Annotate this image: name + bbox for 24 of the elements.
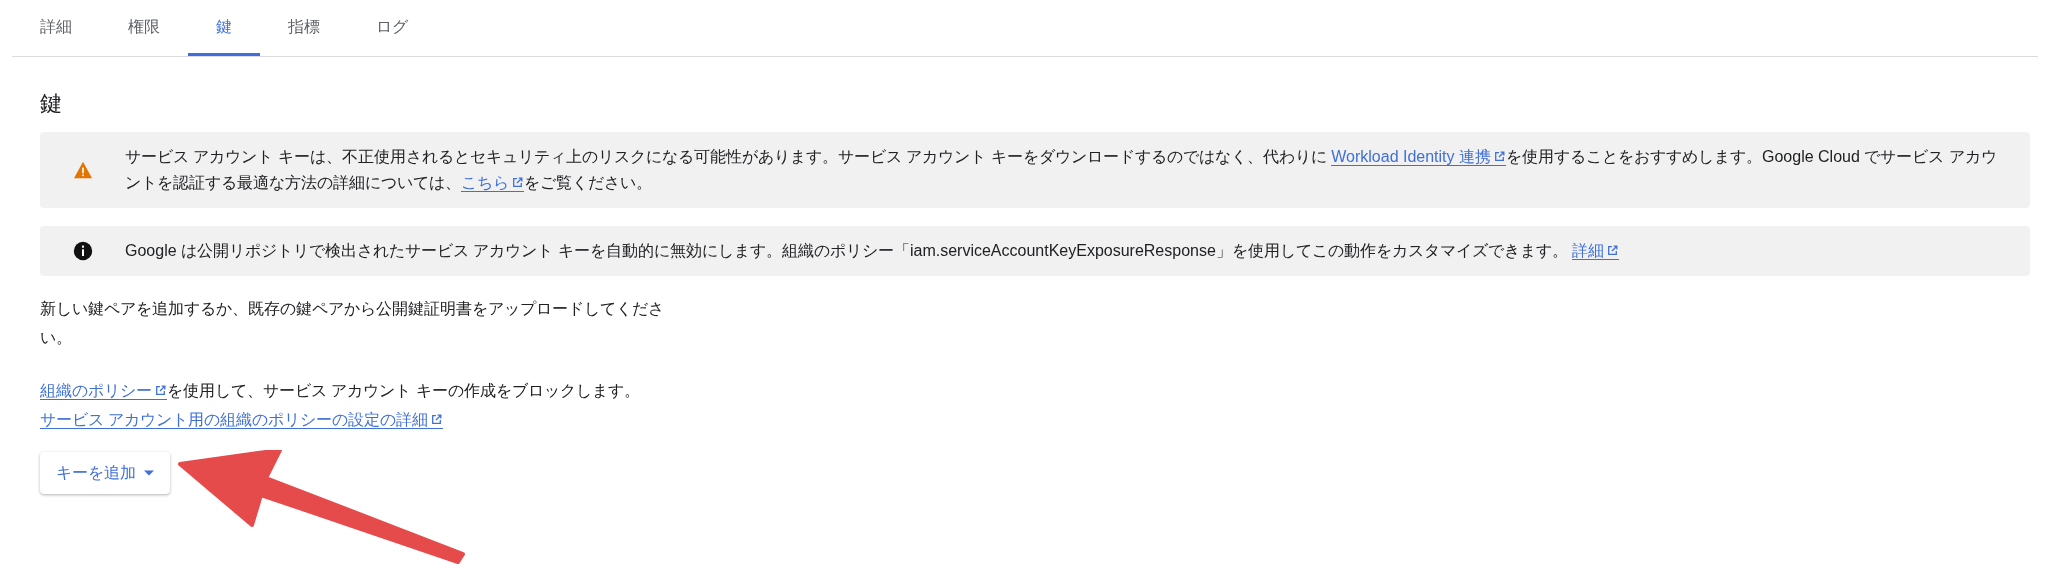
policy-text: 組織のポリシー を使用して、サービス アカウント キーの作成をブロックします。 bbox=[40, 381, 641, 402]
external-link-icon bbox=[430, 413, 444, 426]
info-icon bbox=[72, 241, 93, 261]
banner-text: Google は公開リポジトリで検出されたサービス アカウント キーを自動的に無効にします。組織のポリシー「iam.serviceAccountKeyExposureResponse」を使用してこの動作をカスタマイズできます。 詳細 bbox=[125, 238, 2010, 264]
external-link-icon bbox=[1493, 150, 1506, 163]
section-heading: 鍵 bbox=[40, 90, 63, 118]
caret-icon bbox=[144, 470, 154, 476]
warning-icon bbox=[72, 161, 93, 179]
tab[interactable]: 権限 bbox=[100, 0, 188, 56]
add-key-button[interactable]: キーを追加 bbox=[40, 452, 170, 494]
tab[interactable]: ログ bbox=[348, 0, 436, 56]
link[interactable]: Workload Identity 連携 bbox=[1331, 148, 1506, 166]
tab[interactable]: 詳細 bbox=[12, 0, 100, 56]
banner-text: サービス アカウント キーは、不正使用されるとセキュリティ上のリスクになる可能性があります。サービス アカウント キーをダウンロードするのではなく、代わりに Workload Identity 連携 を使用することをおすすめします。Google Cloud でサービス アカウントを認証する最適な方法の詳細については、こちら をご覧ください。 bbox=[125, 147, 1998, 194]
link[interactable]: こちら bbox=[461, 174, 524, 192]
external-link-icon bbox=[1606, 244, 1620, 257]
link[interactable]: サービス アカウント用の組織のポリシーの設定の詳細 bbox=[40, 411, 444, 429]
link[interactable]: 組織のポリシー bbox=[40, 382, 167, 400]
external-link-icon bbox=[511, 176, 524, 189]
link[interactable]: 詳細 bbox=[1572, 242, 1620, 260]
tab[interactable]: 指標 bbox=[260, 0, 348, 56]
external-link-icon bbox=[154, 384, 167, 397]
description-text: 新しい鍵ペアを追加するか、既存の鍵ペアから公開鍵証明書をアップロードしてください。 bbox=[40, 299, 665, 348]
tab[interactable]: 鍵 bbox=[188, 0, 260, 56]
